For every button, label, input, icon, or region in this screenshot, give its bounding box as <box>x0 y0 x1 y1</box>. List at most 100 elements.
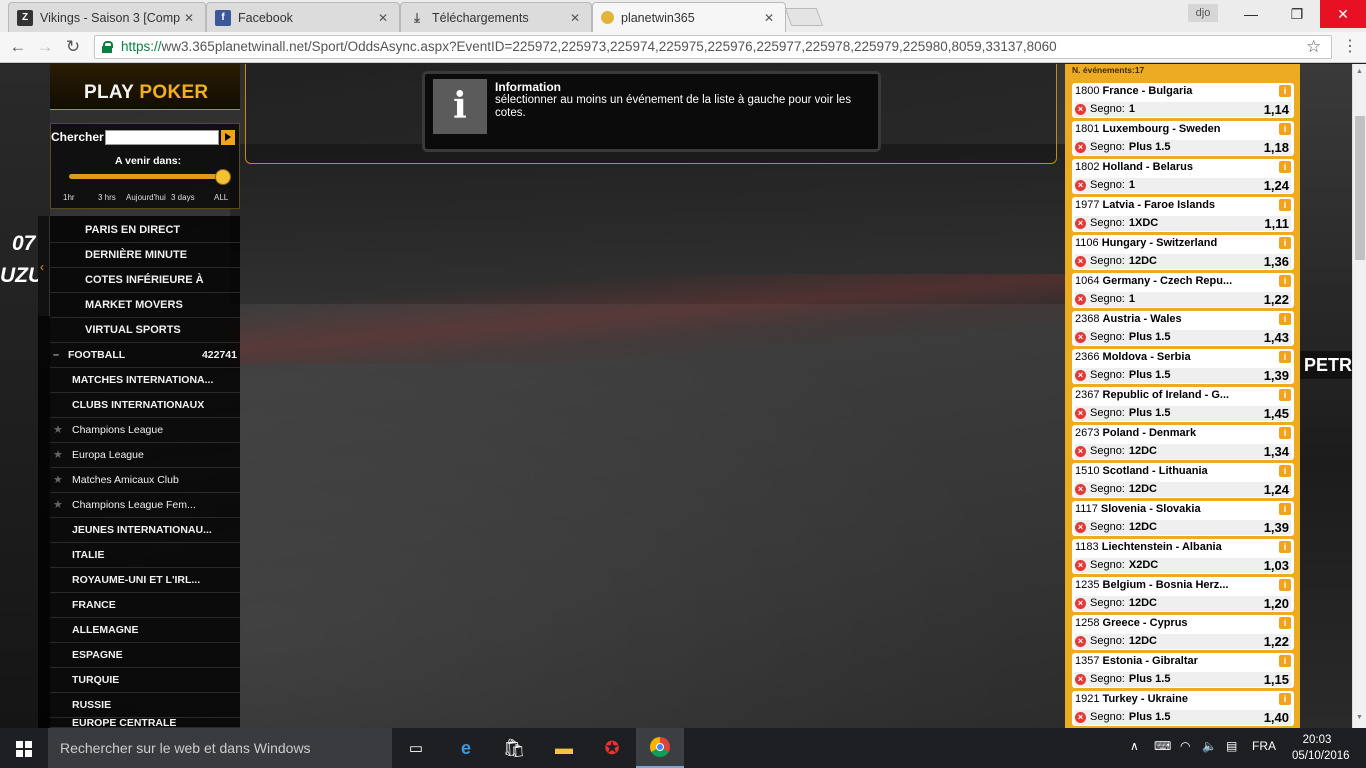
league-item[interactable]: RUSSIE <box>50 693 240 718</box>
bet-slip-item[interactable]: 1977 Latvia - Faroe Islands i × Segno: 1XDC 1… <box>1072 197 1294 232</box>
chrome-menu-icon[interactable]: ⋮ <box>1342 36 1358 56</box>
info-icon[interactable]: i <box>1279 579 1291 591</box>
notification-icon[interactable]: ▤ <box>1226 739 1237 753</box>
reload-icon[interactable]: ↻ <box>61 36 85 58</box>
info-icon[interactable]: i <box>1279 237 1291 249</box>
scrollbar-thumb[interactable] <box>1355 116 1365 260</box>
back-icon[interactable]: ← <box>6 36 30 58</box>
close-window-icon[interactable]: ✕ <box>1320 0 1366 28</box>
favorite-star-icon[interactable]: ★ <box>53 443 63 468</box>
favorite-star-icon[interactable]: ★ <box>53 493 63 518</box>
bet-slip-item[interactable]: 2368 Austria - Wales i × Segno: Plus 1.5 1,43 <box>1072 311 1294 346</box>
volume-icon[interactable]: 🔈 <box>1202 739 1217 753</box>
nav-last-minute[interactable]: DERNIÈRE MINUTE <box>50 243 240 268</box>
profile-button[interactable]: djo <box>1188 4 1218 22</box>
tab-vikings[interactable]: Z Vikings - Saison 3 [Comp ✕ <box>8 2 206 32</box>
info-icon[interactable]: i <box>1279 427 1291 439</box>
nav-market-movers[interactable]: MARKET MOVERS <box>50 293 240 318</box>
league-item[interactable]: ★ Matches Amicaux Club <box>50 468 240 493</box>
info-icon[interactable]: i <box>1279 313 1291 325</box>
time-filter-today[interactable]: Aujourd'hui <box>126 193 166 202</box>
scroll-down-icon[interactable]: ▼ <box>1356 714 1363 721</box>
remove-selection-icon[interactable]: × <box>1075 332 1086 343</box>
edge-icon[interactable]: e <box>442 728 490 768</box>
restore-icon[interactable]: ❐ <box>1274 0 1320 28</box>
keyboard-icon[interactable]: ⌨ <box>1154 739 1171 753</box>
bet-slip-item[interactable]: 2673 Poland - Denmark i × Segno: 12DC 1,34 <box>1072 425 1294 460</box>
bet-slip-item[interactable]: 1235 Belgium - Bosnia Herz... i × Segno: 12D… <box>1072 577 1294 612</box>
nav-football[interactable]: – FOOTBALL 422741 <box>50 343 240 368</box>
language-indicator[interactable]: FRA <box>1252 739 1276 753</box>
league-item[interactable]: ESPAGNE <box>50 643 240 668</box>
nav-odds-below[interactable]: COTES INFÉRIEURE À <box>50 268 240 293</box>
tray-chevron-icon[interactable]: ∧ <box>1130 739 1139 753</box>
time-slider-handle[interactable] <box>215 169 231 185</box>
remove-selection-icon[interactable]: × <box>1075 446 1086 457</box>
bet-slip-item[interactable]: 1258 Greece - Cyprus i × Segno: 12DC 1,22 <box>1072 615 1294 650</box>
tab-downloads[interactable]: ⤓ Téléchargements ✕ <box>400 2 592 32</box>
file-explorer-icon[interactable]: ▬ <box>540 728 588 768</box>
info-icon[interactable]: i <box>1279 161 1291 173</box>
store-icon[interactable]: 🛍 <box>490 728 538 768</box>
time-filter-3hrs[interactable]: 3 hrs <box>98 193 116 202</box>
tab-planetwin[interactable]: planetwin365 ✕ <box>592 2 786 32</box>
info-icon[interactable]: i <box>1279 351 1291 363</box>
task-view-icon[interactable]: ▭ <box>392 728 440 768</box>
favorite-star-icon[interactable]: ★ <box>53 418 63 443</box>
league-item[interactable]: ALLEMAGNE <box>50 618 240 643</box>
league-item[interactable]: CLUBS INTERNATIONAUX <box>50 393 240 418</box>
bet-slip-item[interactable]: 1801 Luxembourg - Sweden i × Segno: Plus 1.5… <box>1072 121 1294 156</box>
bet-slip-item[interactable]: 1800 France - Bulgaria i × Segno: 1 1,14 <box>1072 83 1294 118</box>
bet-slip-item[interactable]: 2366 Moldova - Serbia i × Segno: Plus 1.5 1,3… <box>1072 349 1294 384</box>
info-icon[interactable]: i <box>1279 85 1291 97</box>
chrome-icon[interactable] <box>636 728 684 768</box>
bet-slip-item[interactable]: 2367 Republic of Ireland - G... i × Segno: P… <box>1072 387 1294 422</box>
page-scrollbar[interactable]: ▲ ▼ <box>1352 64 1366 728</box>
nav-virtual-sports[interactable]: VIRTUAL SPORTS <box>50 318 240 343</box>
close-tab-icon[interactable]: ✕ <box>567 11 583 25</box>
remove-selection-icon[interactable]: × <box>1075 598 1086 609</box>
league-item[interactable]: ★ Europa League <box>50 443 240 468</box>
info-icon[interactable]: i <box>1279 693 1291 705</box>
nav-live-betting[interactable]: PARIS EN DIRECT <box>50 218 240 243</box>
remove-selection-icon[interactable]: × <box>1075 180 1086 191</box>
info-icon[interactable]: i <box>1279 541 1291 553</box>
app-icon[interactable]: ✪ <box>588 728 636 768</box>
remove-selection-icon[interactable]: × <box>1075 674 1086 685</box>
league-item[interactable]: FRANCE <box>50 593 240 618</box>
remove-selection-icon[interactable]: × <box>1075 522 1086 533</box>
league-item[interactable]: EUROPE CENTRALE <box>50 718 240 728</box>
bet-slip-item[interactable]: 1921 Turkey - Ukraine i × Segno: Plus 1.5 1,4… <box>1072 691 1294 726</box>
close-tab-icon[interactable]: ✕ <box>761 11 777 25</box>
time-filter-1hr[interactable]: 1hr <box>63 193 75 202</box>
remove-selection-icon[interactable]: × <box>1075 370 1086 381</box>
info-icon[interactable]: i <box>1279 123 1291 135</box>
time-slider[interactable] <box>69 174 217 179</box>
remove-selection-icon[interactable]: × <box>1075 484 1086 495</box>
bet-slip-item[interactable]: 1802 Holland - Belarus i × Segno: 1 1,24 <box>1072 159 1294 194</box>
close-tab-icon[interactable]: ✕ <box>181 11 197 25</box>
play-poker-banner[interactable]: PLAY POKER <box>50 64 240 110</box>
info-icon[interactable]: i <box>1279 275 1291 287</box>
bet-slip-item[interactable]: 1183 Liechtenstein - Albania i × Segno: X2DC… <box>1072 539 1294 574</box>
bet-slip-item[interactable]: 1106 Hungary - Switzerland i × Segno: 12DC 1,… <box>1072 235 1294 270</box>
bet-slip-item[interactable]: 1510 Scotland - Lithuania i × Segno: 12DC 1,2… <box>1072 463 1294 498</box>
clock[interactable]: 20:03 05/10/2016 <box>1292 732 1350 764</box>
remove-selection-icon[interactable]: × <box>1075 408 1086 419</box>
league-item[interactable]: ROYAUME-UNI ET L'IRL... <box>50 568 240 593</box>
league-item[interactable]: ★ Champions League Fem... <box>50 493 240 518</box>
tab-facebook[interactable]: f Facebook ✕ <box>206 2 400 32</box>
info-icon[interactable]: i <box>1279 199 1291 211</box>
remove-selection-icon[interactable]: × <box>1075 104 1086 115</box>
wifi-icon[interactable]: ◠ <box>1180 739 1190 753</box>
remove-selection-icon[interactable]: × <box>1075 560 1086 571</box>
bet-slip-item[interactable]: 1357 Estonia - Gibraltar i × Segno: Plus 1.5… <box>1072 653 1294 688</box>
info-icon[interactable]: i <box>1279 503 1291 515</box>
collapse-sidebar-handle[interactable]: ‹ <box>38 216 50 316</box>
bookmark-star-icon[interactable]: ☆ <box>1306 37 1321 57</box>
info-icon[interactable]: i <box>1279 617 1291 629</box>
search-go-button[interactable] <box>221 130 235 145</box>
new-tab-button[interactable] <box>784 8 824 26</box>
league-item[interactable]: ★ Champions League <box>50 418 240 443</box>
favorite-star-icon[interactable]: ★ <box>53 468 63 493</box>
